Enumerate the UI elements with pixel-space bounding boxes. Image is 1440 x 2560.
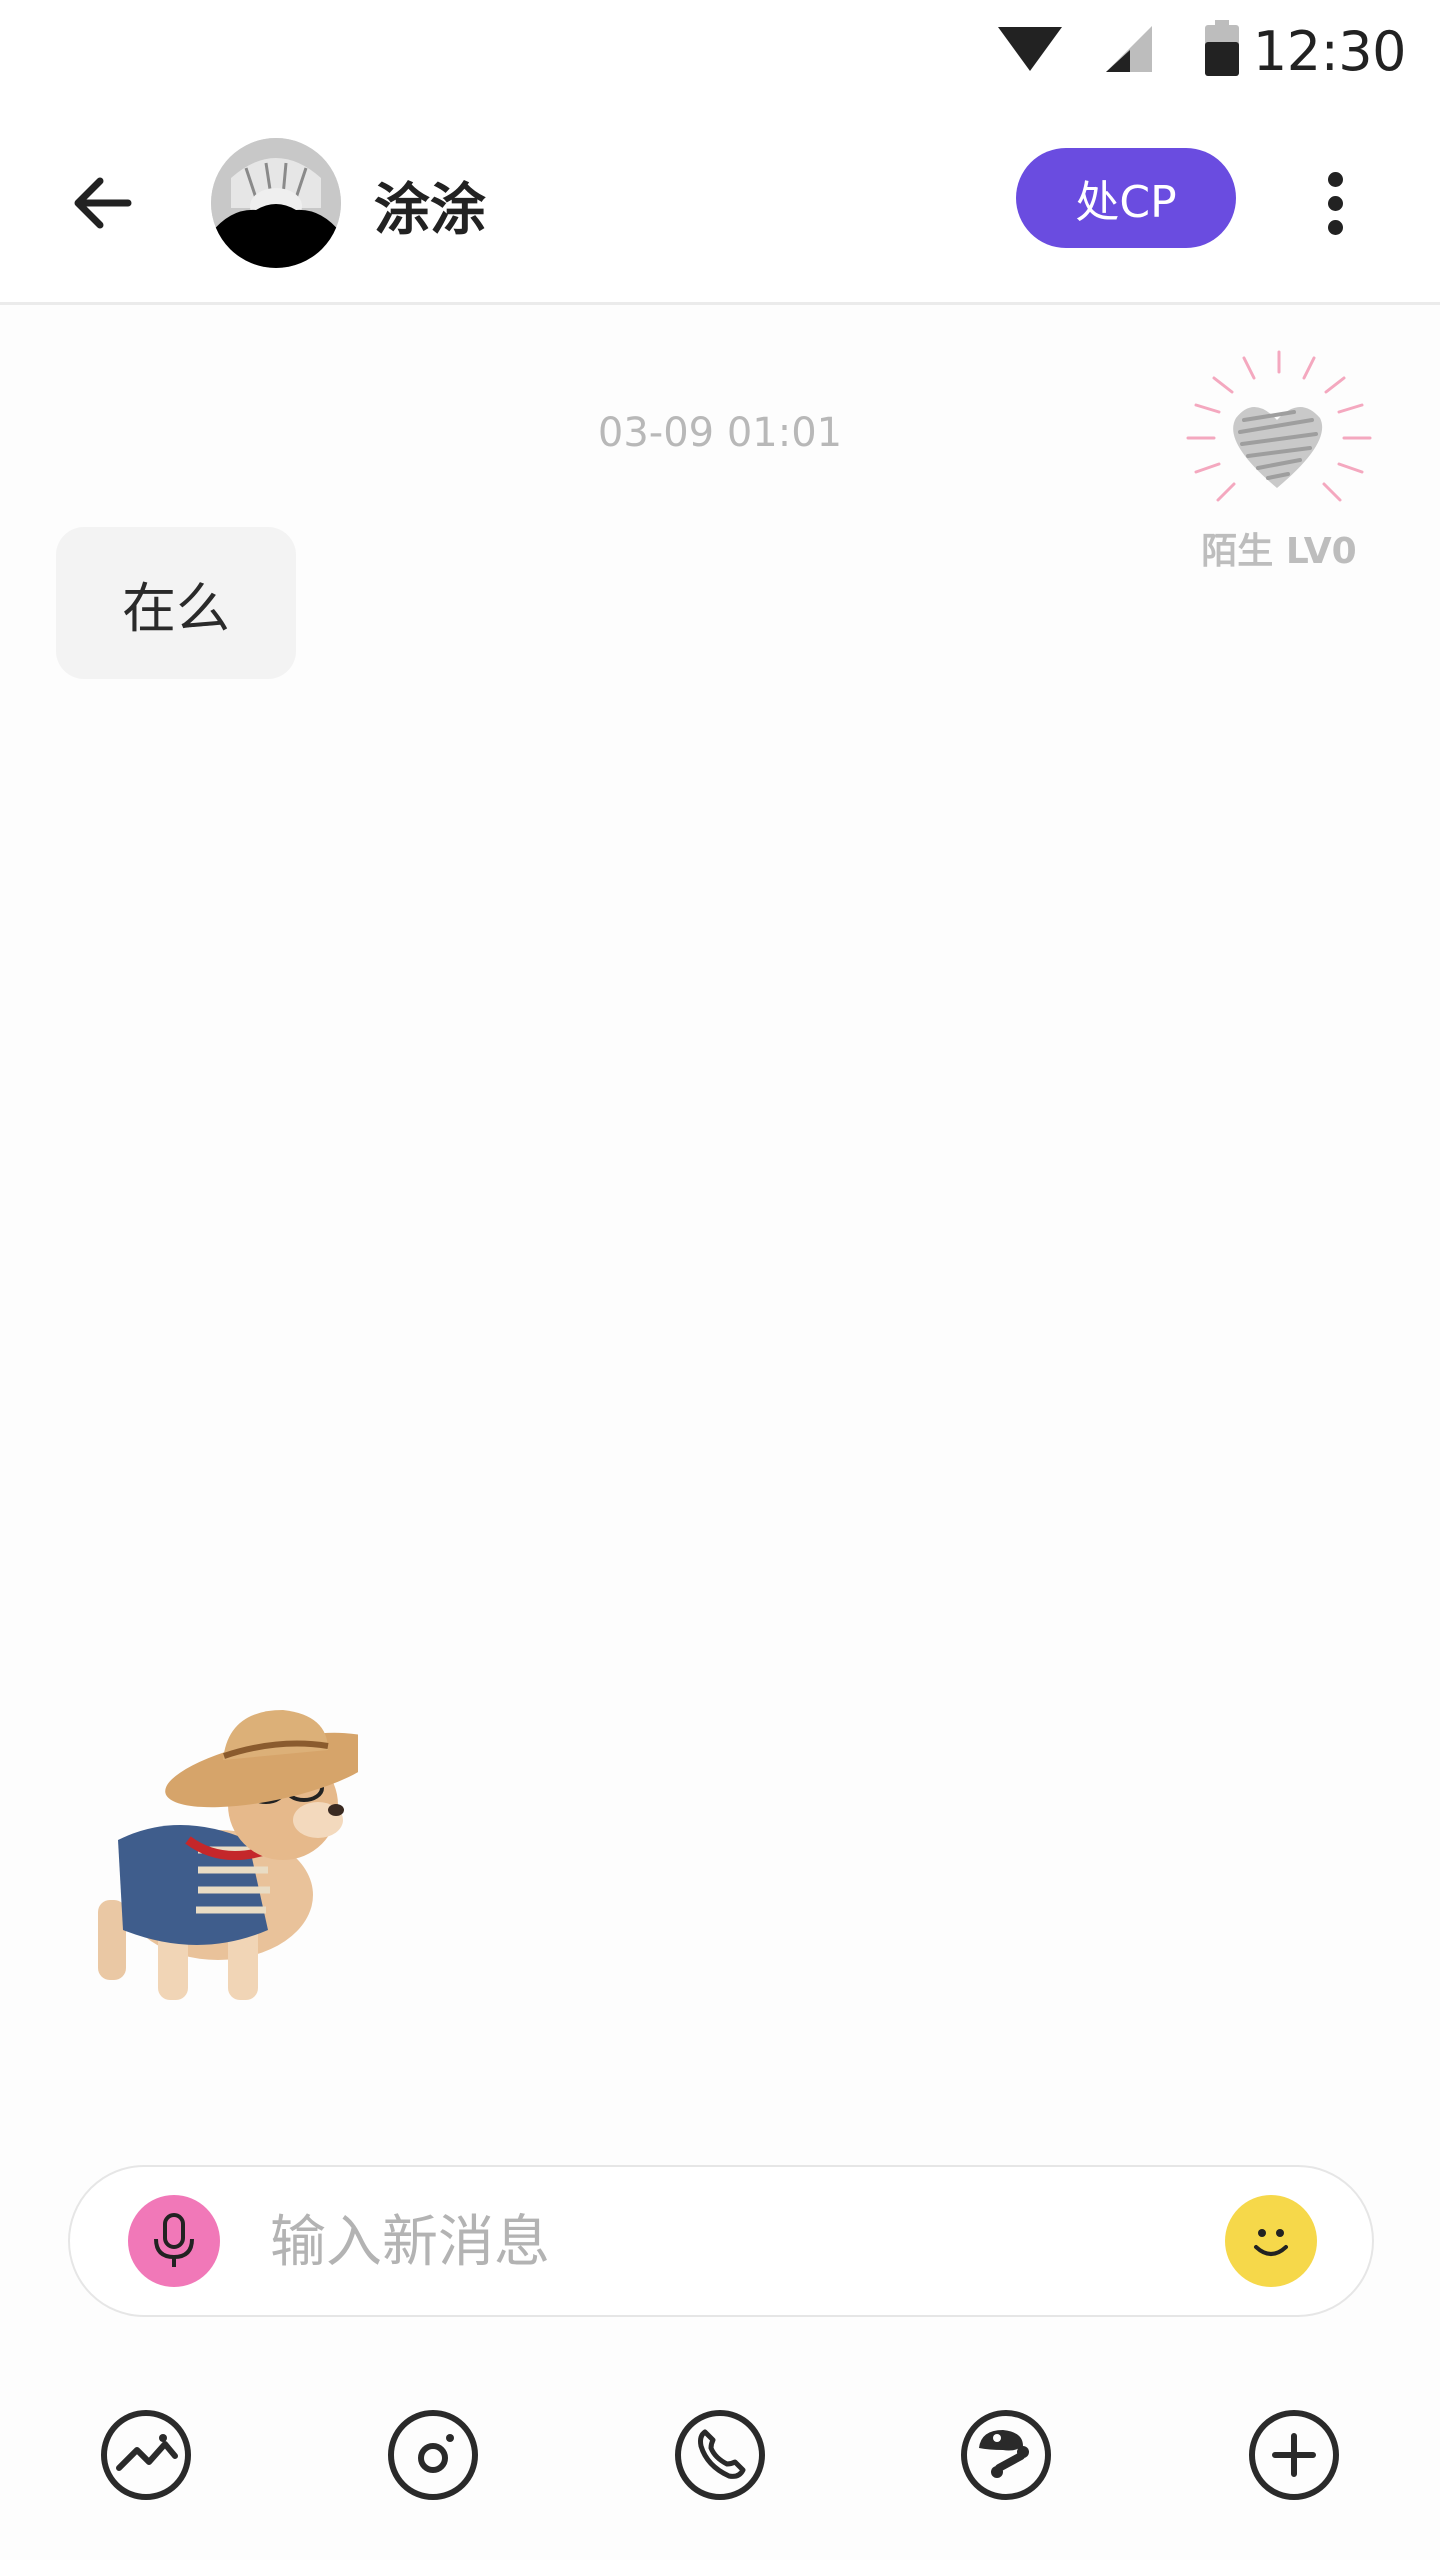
more-vertical-icon-dot (1327, 195, 1343, 211)
signal-icon (1106, 26, 1152, 72)
microphone-icon (154, 2213, 194, 2267)
message-input[interactable] (270, 2197, 1170, 2287)
back-button[interactable] (62, 163, 142, 243)
avatar-image (211, 138, 341, 268)
toolbar-call-button[interactable] (670, 2405, 770, 2505)
arrow-left-icon (74, 177, 132, 229)
intimacy-level-badge[interactable]: 陌生 LV0 (1174, 350, 1384, 572)
dog-sticker-image[interactable] (78, 1690, 381, 2010)
image-icon (101, 2410, 191, 2500)
toolbar-image-button[interactable] (96, 2405, 196, 2505)
status-bar: 12:30 (0, 0, 1440, 105)
game-icon (961, 2410, 1051, 2500)
level-label: 陌生 LV0 (1201, 531, 1357, 572)
more-options-button[interactable] (1305, 163, 1365, 243)
contact-name: 涂涂 (374, 178, 486, 243)
more-vertical-icon (1327, 171, 1343, 187)
battery-icon (1205, 20, 1239, 76)
dog-sticker-icon (98, 1710, 381, 2000)
received-message-bubble[interactable]: 在么 (56, 527, 296, 679)
message-timestamp: 03-09 01:01 (597, 410, 843, 456)
smiley-icon (1254, 2229, 1288, 2256)
avatar[interactable] (211, 138, 341, 268)
wifi-icon (998, 27, 1062, 71)
chat-toolbar (0, 2405, 1440, 2515)
camera-icon (388, 2410, 478, 2500)
cp-button[interactable]: 处CP (1016, 148, 1236, 248)
phone-icon (675, 2410, 765, 2500)
toolbar-more-button[interactable] (1244, 2405, 1344, 2505)
toolbar-camera-button[interactable] (383, 2405, 483, 2505)
voice-input-button[interactable] (128, 2195, 220, 2287)
emoji-button[interactable] (1225, 2195, 1317, 2287)
plus-icon (1249, 2410, 1339, 2500)
status-time: 12:30 (1252, 20, 1407, 83)
message-composer (68, 2165, 1374, 2317)
chat-header: 涂涂 处CP (0, 105, 1440, 305)
toolbar-game-button[interactable] (956, 2405, 1056, 2505)
more-vertical-icon-dot (1327, 219, 1343, 235)
